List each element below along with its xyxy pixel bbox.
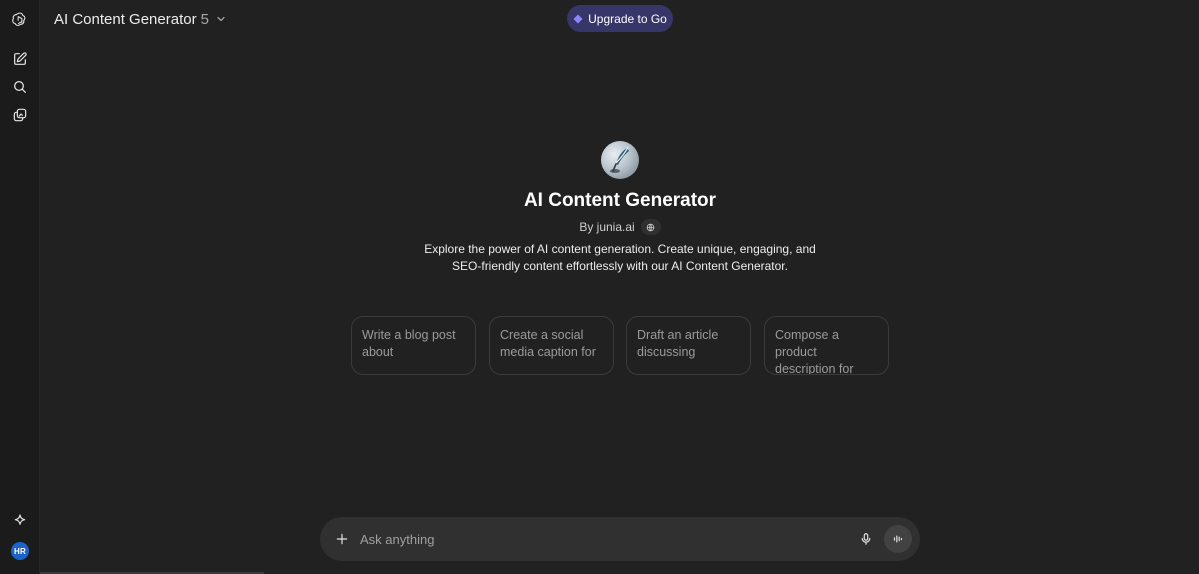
chevron-down-icon [217,16,225,22]
gpt-description: Explore the power of AI content generati… [424,242,816,273]
upgrade-button[interactable]: Upgrade to Go [567,5,673,32]
microphone-icon [861,533,871,545]
search-button[interactable] [8,75,32,99]
sparkle-icon [14,514,26,525]
library-button[interactable] [8,103,32,127]
dictate-button[interactable] [856,529,876,549]
openai-logo-icon [12,12,26,26]
byline-text: By junia.ai [579,220,635,234]
plus-icon [336,533,348,545]
starter-card[interactable]: Compose a product description for [764,316,889,375]
search-icon [14,81,26,93]
waveform-icon [893,535,903,543]
starter-card[interactable]: Draft an article discussing [626,316,751,375]
upgrade-label: Upgrade to Go [588,11,667,26]
prompt-input[interactable] [360,528,830,550]
gpt-byline: By junia.ai [400,219,840,235]
globe-icon [646,223,655,231]
model-name: AI Content Generator [54,10,197,28]
user-avatar[interactable]: HR [11,542,29,560]
model-switcher[interactable]: AI Content Generator 5 [54,9,227,29]
gpt-title: AI Content Generator [523,190,717,211]
openai-logo-button[interactable] [8,7,32,31]
explore-gpts-button[interactable] [8,509,32,533]
avatar-initials: HR [14,546,26,556]
conversation-starters: Write a blog post about Create a social … [351,316,891,376]
diamond-icon [573,14,583,23]
composer [320,517,920,561]
new-chat-button[interactable] [8,47,32,71]
website-link[interactable] [640,219,661,235]
app-window: HR AI Content Generator 5 Upgrade to Go … [0,0,1199,574]
model-version: 5 [200,10,209,28]
starter-card[interactable]: Write a blog post about [351,316,476,375]
quill-pen-icon [610,146,629,173]
attach-button[interactable] [332,529,352,549]
voice-mode-button[interactable] [884,525,912,553]
left-rail: HR [0,0,40,574]
library-icon [13,108,27,122]
gpt-avatar [601,141,639,179]
starter-card[interactable]: Create a social media caption for [489,316,614,375]
new-chat-icon [14,52,27,65]
